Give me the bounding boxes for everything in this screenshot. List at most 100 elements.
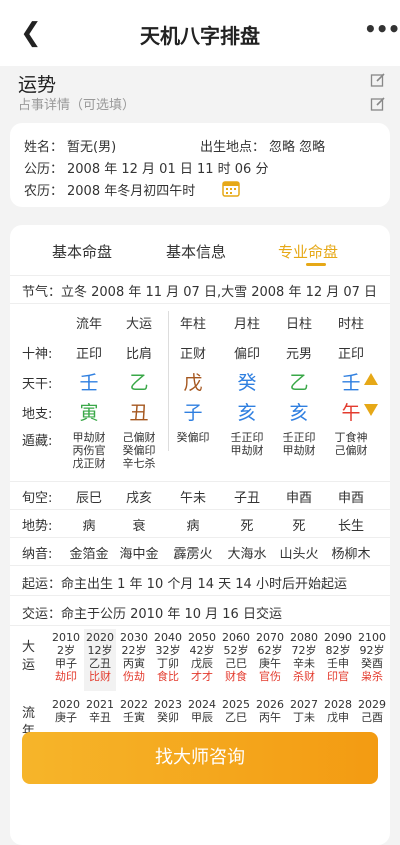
calendar-icon[interactable] xyxy=(222,179,240,197)
liunian-item[interactable]: 2022 壬寅 xyxy=(118,698,150,724)
dishi-cell: 死 xyxy=(292,519,306,534)
dizhi-cell: 亥 xyxy=(289,402,309,424)
liunian-item[interactable]: 2026 丙午 xyxy=(254,698,286,724)
divider xyxy=(10,275,390,276)
tiangan-cell: 癸 xyxy=(237,372,257,394)
tiangan-cell: 乙 xyxy=(129,372,149,394)
col-header: 大运 xyxy=(125,317,152,332)
dishi-cell: 病 xyxy=(82,519,96,534)
col-header: 日柱 xyxy=(285,317,312,332)
shishen-cell: 正印 xyxy=(75,347,102,362)
column-separator xyxy=(168,311,169,451)
col-header: 年柱 xyxy=(179,317,206,332)
xunkong-cell: 辰巳 xyxy=(75,491,102,506)
shishen-cell: 正财 xyxy=(179,347,206,362)
consult-master-button[interactable]: 找大师咨询 xyxy=(22,732,378,784)
edit-icon[interactable] xyxy=(370,96,386,112)
canggan-cell: 壬正印 甲劫财 xyxy=(282,431,316,457)
dizhi-cell: 亥 xyxy=(237,402,257,424)
dishi-cell: 长生 xyxy=(337,519,364,534)
dizhi-cell: 寅 xyxy=(79,402,99,424)
nayin-cell: 山头火 xyxy=(279,547,319,562)
shishen-cell: 比肩 xyxy=(125,347,152,362)
liunian-item[interactable]: 2021 辛丑 xyxy=(84,698,116,724)
xunkong-cell: 子丑 xyxy=(233,491,260,506)
canggan-cell: 壬正印 甲劫财 xyxy=(230,431,264,457)
divider xyxy=(10,537,390,538)
row-label: 地势: xyxy=(22,519,53,534)
xunkong-cell: 戌亥 xyxy=(125,491,152,506)
dayun-item[interactable]: 2080 72岁 辛未 杀财 xyxy=(288,631,320,683)
divider xyxy=(10,481,390,482)
section-title: 运势 xyxy=(18,74,57,96)
dayun-item[interactable]: 2100 92岁 癸酉 枭杀 xyxy=(356,631,388,683)
canggan-cell: 甲劫财 丙伤官 戊正财 xyxy=(72,431,106,470)
col-header: 流年 xyxy=(75,317,102,332)
liunian-item[interactable]: 2028 戊申 xyxy=(322,698,354,724)
nayin-cell: 霹雳火 xyxy=(173,547,213,562)
dayun-item[interactable]: 2050 42岁 戊辰 才才 xyxy=(186,631,218,683)
dishi-cell: 病 xyxy=(186,519,200,534)
info-card: 姓名： 暂无(男) 出生地点： 忽略 忽略 公历： 2008 年 12 月 01 日 … xyxy=(10,123,390,207)
liunian-item[interactable]: 2020 庚子 xyxy=(50,698,82,724)
divider xyxy=(10,509,390,510)
nayin-cell: 杨柳木 xyxy=(331,547,371,562)
lunar-date-row: 农历： 2008 年冬月初四午时 xyxy=(24,184,196,199)
xunkong-cell: 申酉 xyxy=(285,491,312,506)
col-header: 月柱 xyxy=(233,317,260,332)
row-label: 纳音: xyxy=(22,547,53,562)
tab-pro-chart[interactable]: 专业命盘 xyxy=(278,241,338,262)
name-row: 姓名： 暂无(男) xyxy=(24,140,117,155)
dayun-item[interactable]: 2090 82岁 壬申 印官 xyxy=(322,631,354,683)
canggan-cell: 丁食神 己偏财 xyxy=(334,431,368,457)
col-header: 时柱 xyxy=(337,317,364,332)
dayun-item[interactable]: 2010 2岁 甲子 劫印 xyxy=(50,631,82,683)
more-icon[interactable]: ••• xyxy=(364,17,400,41)
dizhi-cell: 丑 xyxy=(129,402,149,424)
dayun-item[interactable]: 2030 22岁 丙寅 伤劫 xyxy=(118,631,150,683)
xunkong-cell: 申酉 xyxy=(337,491,364,506)
xunkong-cell: 午未 xyxy=(179,491,206,506)
dizhi-cell: 子 xyxy=(183,402,203,424)
qiyun-text: 起运：命主出生 1 年 10 个月 14 天 14 小时后开始起运 xyxy=(22,577,347,592)
dayun-item[interactable]: 2040 32岁 丁卯 食比 xyxy=(152,631,184,683)
canggan-cell: 癸偏印 xyxy=(176,431,210,444)
tab-basic-chart[interactable]: 基本命盘 xyxy=(52,241,112,262)
nayin-cell: 海中金 xyxy=(119,547,159,562)
nayin-cell: 大海水 xyxy=(227,547,267,562)
jieqi-text: 节气：立冬 2008 年 11 月 07 日,大雪 2008 年 12 月 07… xyxy=(22,285,378,300)
section-subtitle: 占事详情（可选填） xyxy=(18,98,136,113)
tab-basic-info[interactable]: 基本信息 xyxy=(166,241,226,262)
triangle-up-icon xyxy=(364,373,378,385)
jiaoyun-text: 交运：命主于公历 2010 年 10 月 16 日交运 xyxy=(22,607,282,622)
edit-icon[interactable] xyxy=(370,72,386,88)
shishen-cell: 元男 xyxy=(285,347,312,362)
tiangan-cell: 戊 xyxy=(183,372,203,394)
dayun-item[interactable]: 2070 62岁 庚午 官伤 xyxy=(254,631,286,683)
liunian-item[interactable]: 2027 丁未 xyxy=(288,698,320,724)
row-label: 旬空: xyxy=(22,491,53,506)
liunian-item[interactable]: 2024 甲辰 xyxy=(186,698,218,724)
solar-date-row: 公历： 2008 年 12 月 01 日 11 时 06 分 xyxy=(24,162,269,177)
tiangan-cell: 乙 xyxy=(289,372,309,394)
row-label: 天干: xyxy=(22,377,53,392)
row-label: 十神: xyxy=(22,347,53,362)
liunian-item[interactable]: 2023 癸卯 xyxy=(152,698,184,724)
tiangan-cell: 壬 xyxy=(79,372,99,394)
tab-indicator xyxy=(306,263,326,266)
nav-bar: ❮ 天机八字排盘 ••• xyxy=(0,0,400,66)
row-label: 地支: xyxy=(22,407,53,422)
dishi-cell: 衰 xyxy=(132,519,146,534)
dayun-item[interactable]: 2060 52岁 己巳 财食 xyxy=(220,631,252,683)
liunian-item[interactable]: 2025 乙巳 xyxy=(220,698,252,724)
liunian-item[interactable]: 2029 己酉 xyxy=(356,698,388,724)
dayun-item[interactable]: 2020 12岁 乙丑 比财 xyxy=(84,631,116,683)
divider xyxy=(10,303,390,304)
divider xyxy=(10,595,390,596)
shishen-cell: 偏印 xyxy=(233,347,260,362)
dayun-label: 大运 xyxy=(22,640,36,673)
dishi-cell: 死 xyxy=(240,519,254,534)
birthplace-row: 出生地点： 忽略 忽略 xyxy=(200,140,326,155)
triangle-down-icon xyxy=(364,404,378,416)
divider xyxy=(10,565,390,566)
